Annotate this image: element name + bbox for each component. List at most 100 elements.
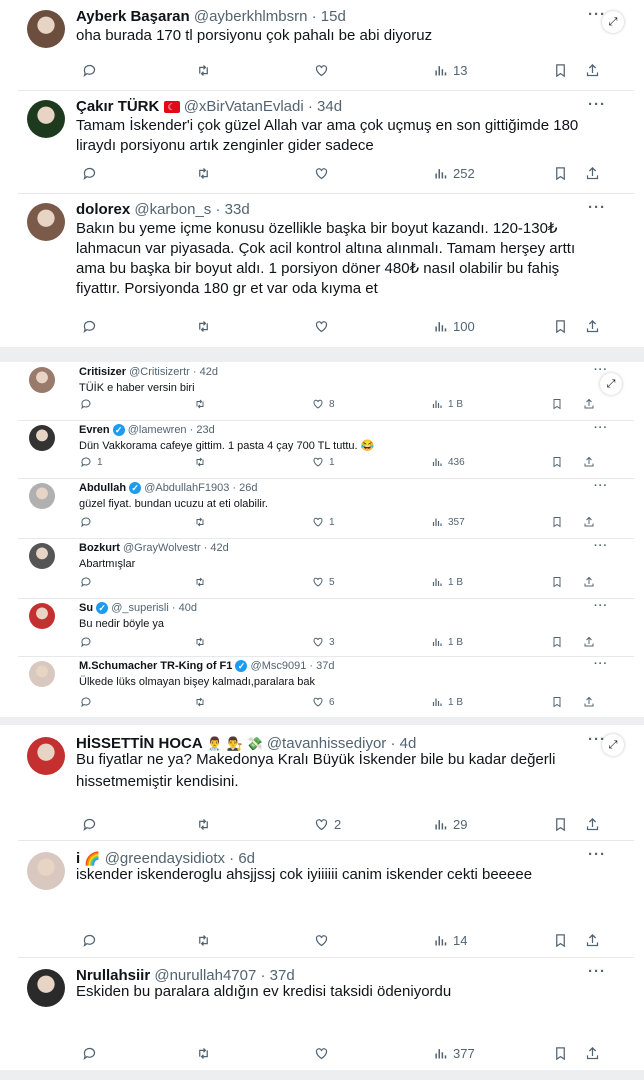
display-name[interactable]: M.Schumacher TR-King of F1 — [79, 660, 232, 672]
timestamp[interactable]: · 15d — [312, 8, 346, 25]
tweet[interactable]: M.Schumacher TR-King of F1 ✓ @Msc9091 · … — [18, 656, 634, 717]
share-button[interactable] — [585, 817, 600, 832]
views-button[interactable]: 29 — [433, 817, 467, 832]
timestamp[interactable]: · 34d — [308, 98, 342, 115]
like-button[interactable]: 5 — [312, 576, 335, 588]
more-icon[interactable]: ··· — [588, 199, 606, 216]
share-button[interactable] — [585, 166, 600, 181]
views-button[interactable]: 1 B — [431, 398, 463, 410]
reply-button[interactable] — [82, 817, 102, 832]
more-icon[interactable]: ··· — [594, 480, 608, 492]
timestamp[interactable]: · 33d — [215, 201, 249, 218]
avatar[interactable] — [27, 10, 65, 48]
avatar[interactable] — [27, 737, 65, 775]
bookmark-button[interactable] — [553, 166, 568, 181]
tweet[interactable]: Evren ✓ @lamewren · 23d ··· Dün Vakkorama … — [18, 420, 634, 479]
reply-button[interactable] — [82, 63, 102, 78]
avatar[interactable] — [29, 661, 55, 687]
user-handle[interactable]: @ayberkhlmbsrn — [194, 8, 308, 25]
like-button[interactable]: 1 — [312, 516, 335, 528]
user-handle[interactable]: @karbon_s — [134, 201, 211, 218]
more-icon[interactable]: ··· — [594, 600, 608, 612]
avatar[interactable] — [27, 969, 65, 1007]
user-handle[interactable]: @GrayWolvestr — [123, 542, 201, 554]
reply-button[interactable] — [80, 576, 97, 588]
retweet-button[interactable] — [196, 817, 216, 832]
timestamp[interactable]: · 23d — [190, 424, 215, 436]
bookmark-button[interactable] — [551, 636, 563, 648]
tweet[interactable]: Su ✓ @_superisli · 40d ··· Bu nedir böyle … — [18, 598, 634, 657]
share-button[interactable] — [583, 456, 595, 468]
user-handle[interactable]: @AbdullahF1903 — [144, 482, 229, 494]
views-button[interactable]: 1 B — [431, 636, 463, 648]
tweet[interactable]: dolorex @karbon_s · 33d ··· Bakın bu yeme … — [18, 193, 634, 347]
like-button[interactable] — [314, 63, 334, 78]
bookmark-button[interactable] — [553, 319, 568, 334]
timestamp[interactable]: · 26d — [232, 482, 257, 494]
more-icon[interactable]: ··· — [588, 846, 606, 863]
views-button[interactable]: 14 — [433, 933, 467, 948]
user-handle[interactable]: @_superisli — [111, 602, 169, 614]
like-button[interactable]: 6 — [312, 696, 335, 708]
bookmark-button[interactable] — [551, 516, 563, 528]
user-handle[interactable]: @xBirVatanEvladi — [184, 98, 304, 115]
share-button[interactable] — [585, 319, 600, 334]
like-button[interactable] — [314, 1046, 334, 1061]
retweet-button[interactable] — [196, 63, 216, 78]
bookmark-button[interactable] — [551, 696, 563, 708]
retweet-button[interactable] — [194, 696, 211, 708]
more-icon[interactable]: ··· — [594, 540, 608, 552]
tweet[interactable]: Çakır TÜRK ☾ @xBirVatanEvladi · 34d ··· Ta… — [18, 90, 634, 194]
tweet[interactable]: Abdullah ✓ @AbdullahF1903 · 26d ··· güzel … — [18, 478, 634, 539]
like-button[interactable] — [314, 319, 334, 334]
views-button[interactable]: 1 B — [431, 576, 463, 588]
timestamp[interactable]: · 40d — [172, 602, 197, 614]
like-button[interactable] — [314, 933, 334, 948]
more-icon[interactable]: ··· — [594, 422, 608, 434]
like-button[interactable] — [314, 166, 334, 181]
reply-button[interactable]: 1 — [80, 456, 103, 468]
display-name[interactable]: Ayberk Başaran — [76, 8, 190, 25]
display-name[interactable]: Çakır TÜRK — [76, 98, 159, 115]
display-name[interactable]: Su — [79, 602, 93, 614]
reply-button[interactable] — [80, 516, 97, 528]
views-button[interactable]: 357 — [431, 516, 465, 528]
reply-button[interactable] — [80, 696, 97, 708]
reply-button[interactable] — [82, 319, 102, 334]
more-icon[interactable]: ··· — [588, 963, 606, 980]
share-button[interactable] — [585, 63, 600, 78]
display-name[interactable]: Bozkurt — [79, 542, 120, 554]
retweet-button[interactable] — [194, 398, 211, 410]
tweet[interactable]: HİSSETTİN HOCA 👨‍⚕️ 👨‍⚖️ 💸 @tavanhissedi… — [18, 725, 634, 841]
timestamp[interactable]: · 42d — [193, 366, 218, 378]
user-handle[interactable]: @Msc9091 — [251, 660, 307, 672]
more-icon[interactable]: ··· — [594, 658, 608, 670]
retweet-button[interactable] — [194, 456, 211, 468]
display-name[interactable]: Abdullah — [79, 482, 126, 494]
like-button[interactable]: 8 — [312, 398, 335, 410]
views-button[interactable]: 13 — [433, 63, 467, 78]
reply-button[interactable] — [82, 166, 102, 181]
avatar[interactable] — [29, 603, 55, 629]
retweet-button[interactable] — [196, 933, 216, 948]
views-button[interactable]: 100 — [433, 319, 475, 334]
retweet-button[interactable] — [194, 516, 211, 528]
more-icon[interactable]: ··· — [588, 96, 606, 113]
retweet-button[interactable] — [196, 1046, 216, 1061]
reply-button[interactable] — [80, 398, 97, 410]
like-button[interactable]: 1 — [312, 456, 335, 468]
share-button[interactable] — [585, 933, 600, 948]
retweet-button[interactable] — [196, 319, 216, 334]
avatar[interactable] — [27, 100, 65, 138]
avatar[interactable] — [29, 483, 55, 509]
share-button[interactable] — [583, 696, 595, 708]
timestamp[interactable]: · 42d — [204, 542, 229, 554]
bookmark-button[interactable] — [551, 398, 563, 410]
share-button[interactable] — [585, 1046, 600, 1061]
bookmark-button[interactable] — [553, 63, 568, 78]
avatar[interactable] — [27, 852, 65, 890]
display-name[interactable]: dolorex — [76, 201, 130, 218]
bookmark-button[interactable] — [553, 1046, 568, 1061]
share-button[interactable] — [583, 576, 595, 588]
display-name[interactable]: Evren — [79, 424, 110, 436]
